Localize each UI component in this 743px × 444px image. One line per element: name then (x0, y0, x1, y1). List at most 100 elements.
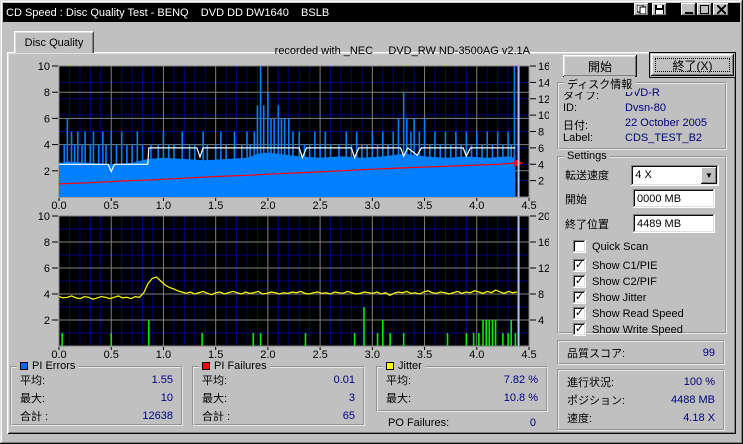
svg-text:6: 6 (44, 113, 50, 125)
checkbox-icon (573, 240, 586, 253)
pi-errors-chart: 1086421614121086420.00.51.01.52.02.53.03… (29, 58, 549, 212)
speed-select[interactable]: 4 X ▼ (631, 165, 719, 186)
svg-text:8: 8 (44, 237, 50, 249)
svg-text:6: 6 (44, 263, 50, 275)
speed-readout-label: 速度: (567, 410, 592, 426)
max-label: 最大: (386, 390, 411, 406)
svg-text:2: 2 (44, 315, 50, 327)
checkbox-icon: ✓ (573, 291, 586, 304)
avg-value: 1.55 (152, 374, 173, 386)
show-jitter-checkbox[interactable]: ✓ Show Jitter (573, 290, 719, 305)
quality-score-group: 品質スコア: 99 (557, 340, 725, 365)
svg-text:10: 10 (38, 212, 50, 223)
svg-text:4: 4 (538, 315, 544, 327)
position-label: ポジション: (567, 392, 625, 408)
show-write-speed-checkbox[interactable]: ✓ Show Write Speed (573, 322, 719, 337)
tab-label: Disc Quality (25, 37, 84, 49)
svg-text:20: 20 (538, 212, 549, 223)
svg-text:0.5: 0.5 (104, 349, 119, 361)
save-icon[interactable] (652, 3, 667, 16)
max-value: 10.8 % (504, 392, 538, 404)
svg-text:2: 2 (538, 176, 544, 188)
pi-failures-group-title: PI Failures (214, 360, 267, 372)
svg-text:4.5: 4.5 (521, 349, 536, 361)
svg-text:4.5: 4.5 (521, 200, 536, 212)
title-bar: CD Speed : Disc Quality Test - BENQ DVD … (3, 3, 740, 22)
total-value: 12638 (142, 410, 173, 422)
quick-scan-checkbox[interactable]: Quick Scan (573, 239, 719, 254)
svg-text:12: 12 (538, 263, 549, 275)
chevron-down-icon[interactable]: ▼ (701, 167, 717, 184)
svg-text:6: 6 (538, 143, 544, 155)
disc-info-group: ディスク情報 タイプ:DVD-R ID:Dvsn-80 日付:22 Octobe… (557, 82, 727, 150)
svg-text:16: 16 (538, 61, 549, 73)
max-label: 最大: (20, 390, 45, 406)
avg-label: 平均: (386, 372, 411, 388)
svg-text:14: 14 (538, 77, 549, 89)
svg-text:3.5: 3.5 (417, 200, 432, 212)
end-pos-input[interactable]: 4489 MB (633, 214, 715, 233)
show-read-speed-checkbox[interactable]: ✓ Show Read Speed (573, 306, 719, 321)
disc-info-title: ディスク情報 (567, 76, 632, 92)
minimize-icon[interactable] (681, 3, 696, 16)
position-value: 4488 MB (671, 394, 715, 406)
total-value: 65 (343, 410, 355, 422)
avg-value: 7.82 % (504, 374, 538, 386)
po-failures-label: PO Failures: (388, 417, 449, 429)
svg-text:2.5: 2.5 (312, 349, 327, 361)
svg-text:10: 10 (38, 61, 50, 73)
tab-disc-quality[interactable]: Disc Quality (14, 31, 94, 53)
disc-label-label: Label: (563, 132, 625, 147)
max-label: 最大: (202, 390, 227, 406)
disc-date-value: 22 October 2005 (625, 117, 707, 132)
disc-label-value: CDS_TEST_B2 (625, 132, 702, 147)
exit-button[interactable]: 終了(X) (649, 52, 736, 78)
svg-text:8: 8 (44, 87, 50, 99)
svg-text:1.0: 1.0 (156, 349, 171, 361)
svg-text:2.0: 2.0 (260, 200, 275, 212)
svg-text:0.0: 0.0 (51, 200, 66, 212)
svg-text:1.5: 1.5 (208, 200, 223, 212)
svg-text:3.0: 3.0 (365, 200, 380, 212)
disc-date-label: 日付: (563, 117, 625, 132)
quality-score-value: 99 (703, 347, 715, 359)
svg-text:4.0: 4.0 (469, 349, 484, 361)
start-pos-input[interactable]: 0000 MB (633, 189, 715, 208)
svg-text:8: 8 (538, 289, 544, 301)
avg-value: 0.01 (334, 374, 355, 386)
progress-label: 進行状況: (567, 374, 614, 390)
svg-text:8: 8 (538, 127, 544, 139)
copy-icon[interactable] (634, 3, 649, 16)
speed-readout-value: 4.18 X (683, 412, 715, 424)
svg-text:2.5: 2.5 (312, 200, 327, 212)
checkbox-icon: ✓ (573, 275, 586, 288)
avg-label: 平均: (20, 372, 45, 388)
quality-score-label: 品質スコア: (567, 345, 625, 361)
total-label: 合計 : (202, 408, 230, 424)
start-button[interactable]: 開始 (563, 55, 637, 77)
disc-id-value: Dvsn-80 (625, 102, 666, 117)
svg-text:12: 12 (538, 94, 549, 106)
svg-text:10: 10 (538, 110, 549, 122)
progress-group: 進行状況: 100 % ポジション: 4488 MB 速度: 4.18 X (557, 369, 725, 431)
recorded-with-text: recorded with _NEC DVD_RW ND-3500AG v2.1… (200, 45, 530, 57)
checkbox-icon: ✓ (573, 259, 586, 272)
maximize-icon[interactable] (697, 3, 712, 16)
progress-value: 100 % (684, 376, 715, 388)
disc-id-label: ID: (563, 102, 625, 117)
svg-text:0.5: 0.5 (104, 200, 119, 212)
svg-text:2: 2 (44, 166, 50, 178)
speed-label: 転送速度 (565, 167, 631, 183)
svg-text:1.0: 1.0 (156, 200, 171, 212)
pi-failures-legend-swatch (202, 362, 210, 370)
jitter-pif-chart: 108642201612840.00.51.01.52.02.53.03.54.… (29, 212, 549, 362)
show-c2-pif-checkbox[interactable]: ✓ Show C2/PIF (573, 274, 719, 289)
start-pos-label: 開始 (565, 191, 633, 207)
close-icon[interactable] (713, 3, 729, 16)
jitter-group: Jitter 平均:7.82 % 最大:10.8 % (376, 366, 548, 412)
total-label: 合計 : (20, 408, 48, 424)
max-value: 3 (349, 392, 355, 404)
show-c1-pie-checkbox[interactable]: ✓ Show C1/PIE (573, 258, 719, 273)
settings-group: Settings 転送速度 4 X ▼ 開始 0000 MB 終了位置 4489… (557, 156, 727, 334)
pi-errors-legend-swatch (20, 362, 28, 370)
